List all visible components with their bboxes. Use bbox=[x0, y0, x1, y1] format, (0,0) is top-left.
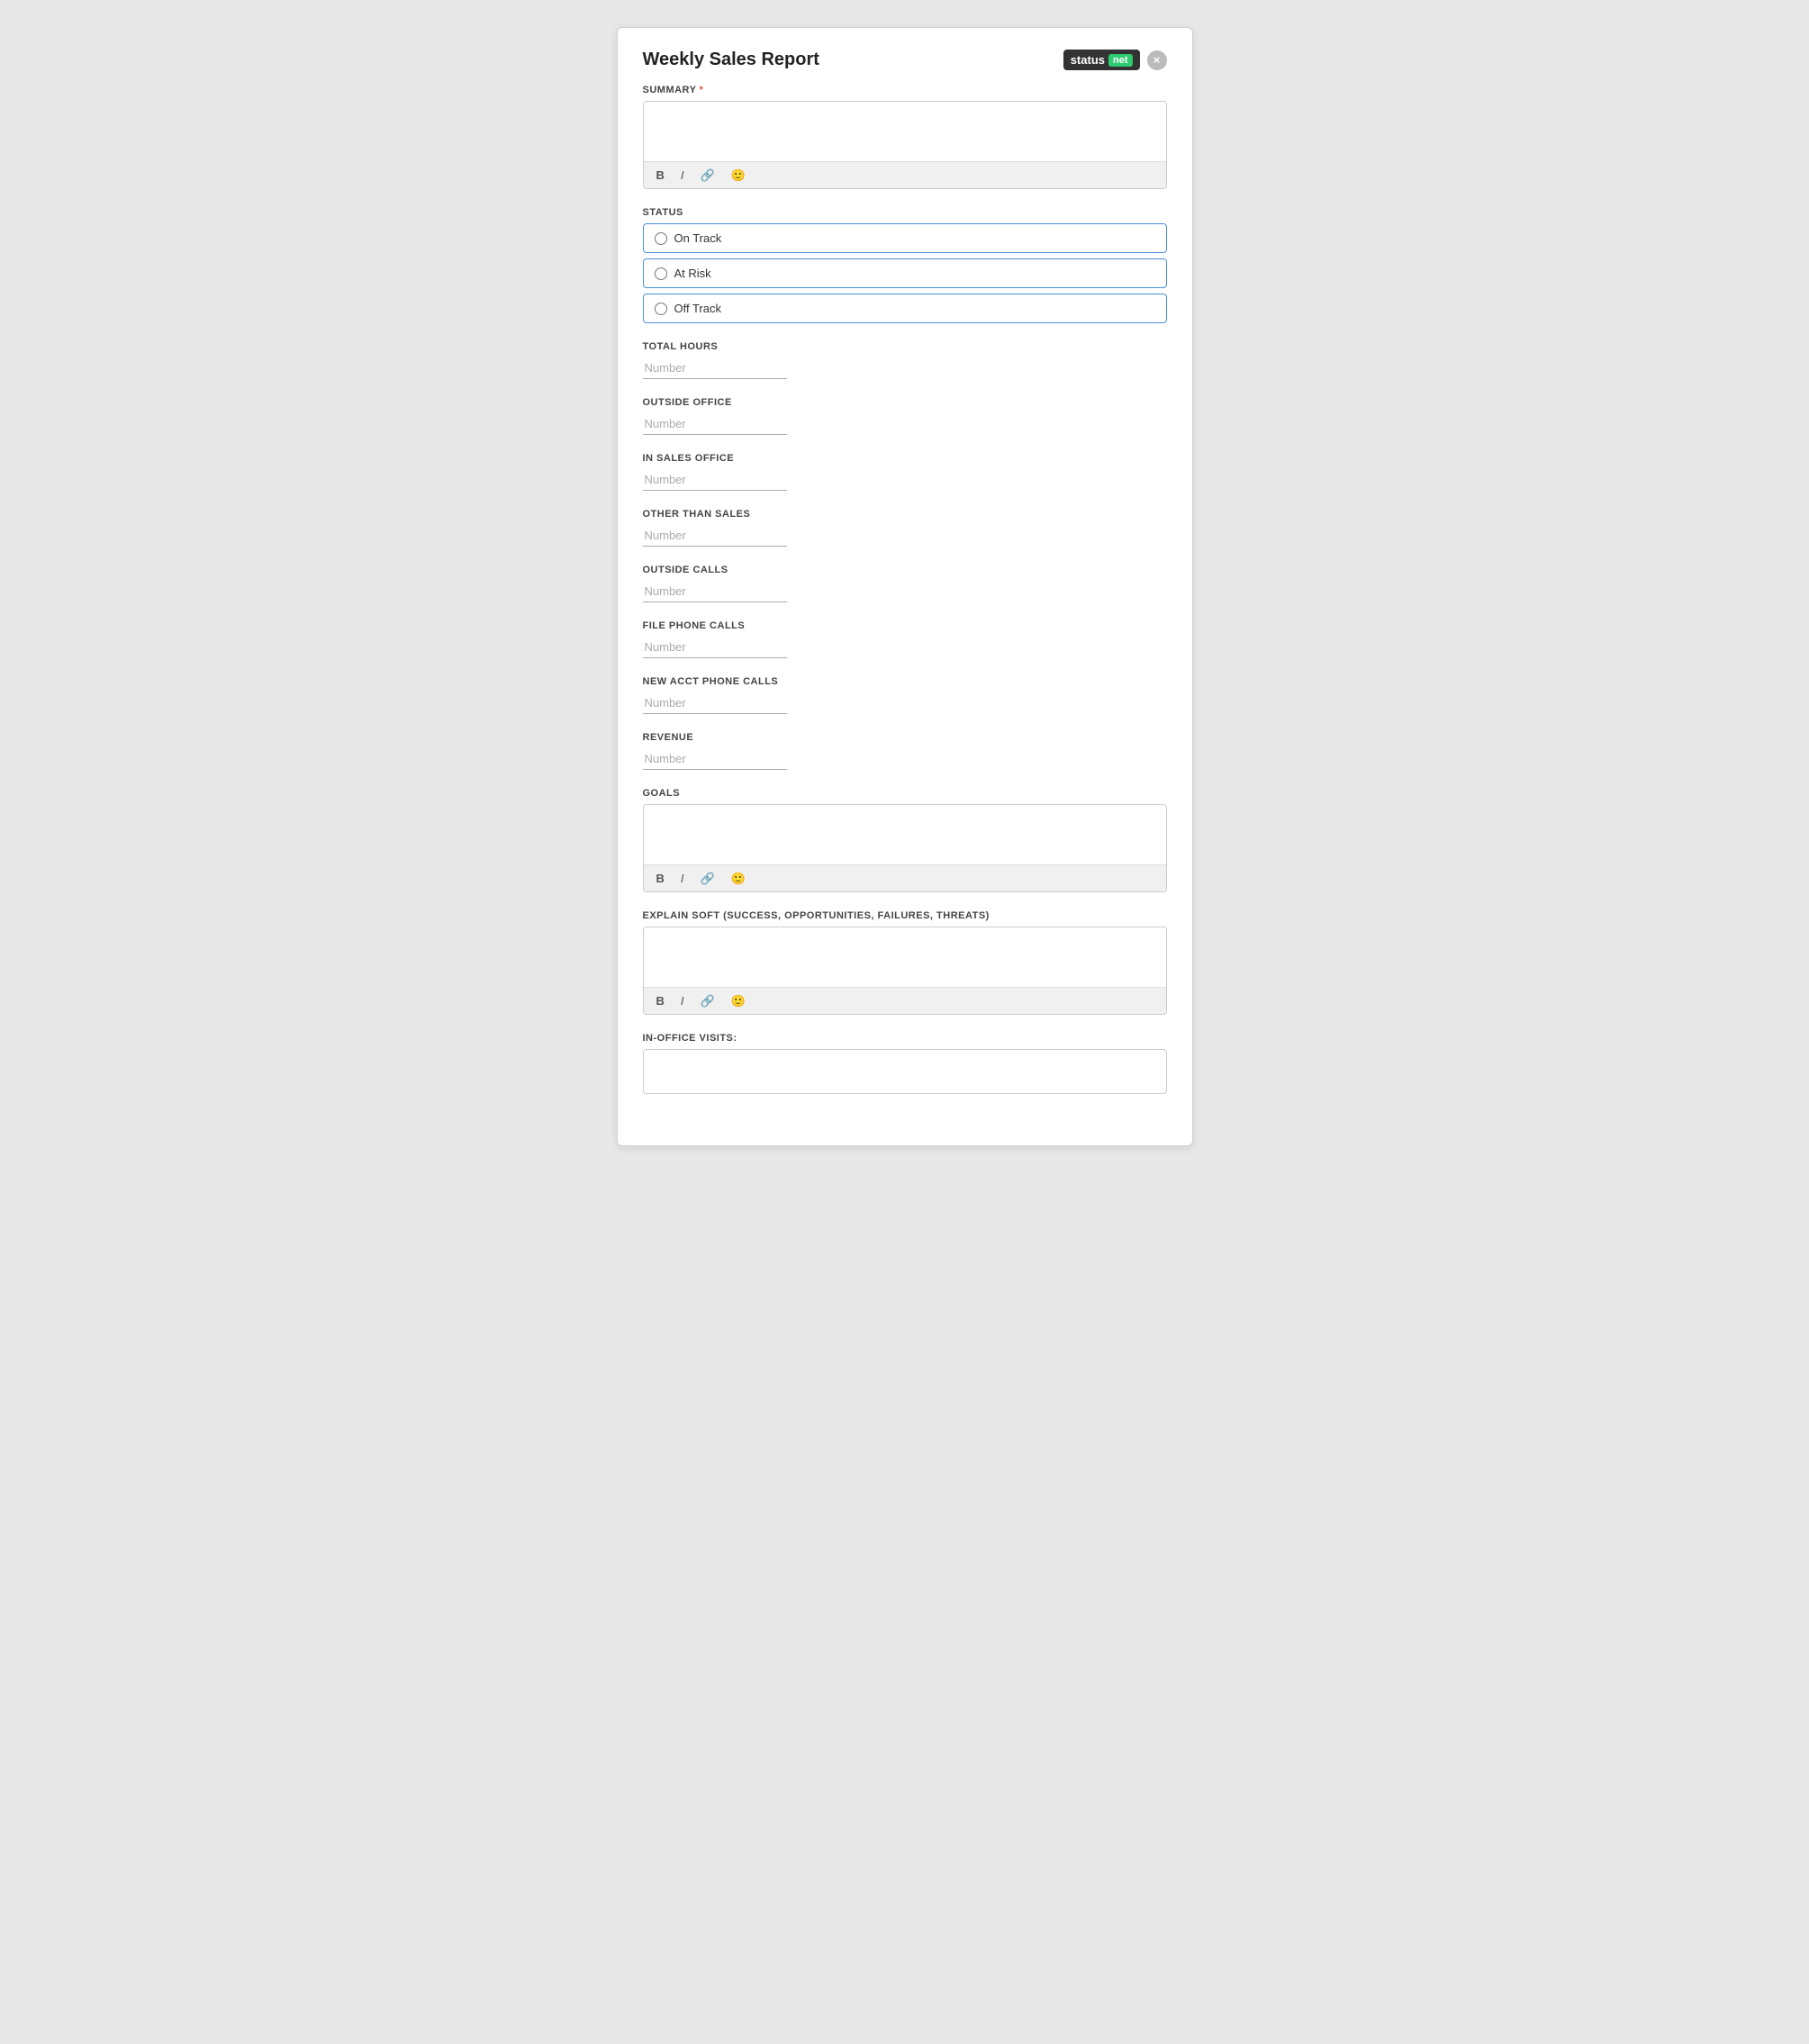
status-option-at-risk[interactable]: At Risk bbox=[643, 258, 1167, 288]
new-acct-phone-calls-field-group: NEW ACCT PHONE CALLS bbox=[643, 676, 1167, 714]
status-radio-on-track[interactable] bbox=[655, 232, 667, 245]
net-badge: net bbox=[1108, 54, 1133, 67]
total-hours-input-wrapper bbox=[643, 357, 787, 379]
in-office-visits-textarea[interactable] bbox=[643, 1049, 1167, 1094]
goals-emoji-button[interactable]: 🙂 bbox=[728, 871, 749, 886]
outside-calls-input-wrapper bbox=[643, 581, 787, 602]
summary-textarea[interactable] bbox=[644, 102, 1166, 157]
revenue-label: REVENUE bbox=[643, 732, 1167, 743]
explain-soft-rich-text: B I 🔗 🙂 bbox=[643, 927, 1167, 1015]
goals-field-group: GOALS B I 🔗 🙂 bbox=[643, 788, 1167, 892]
status-label: STATUS bbox=[643, 207, 1167, 218]
outside-office-field-group: OUTSIDE OFFICE bbox=[643, 397, 1167, 435]
summary-italic-button[interactable]: I bbox=[677, 167, 688, 183]
explain-soft-bold-button[interactable]: B bbox=[653, 993, 668, 1008]
explain-soft-link-button[interactable]: 🔗 bbox=[697, 993, 719, 1008]
outside-calls-field-group: OUTSIDE CALLS bbox=[643, 565, 1167, 602]
explain-soft-label: EXPLAIN SOFT (SUCCESS, OPPORTUNITIES, FA… bbox=[643, 910, 1167, 921]
explain-soft-toolbar: B I 🔗 🙂 bbox=[644, 987, 1166, 1014]
revenue-input-wrapper bbox=[643, 748, 787, 770]
status-badge: status net bbox=[1063, 50, 1140, 70]
other-than-sales-label: OTHER THAN SALES bbox=[643, 509, 1167, 520]
file-phone-calls-input-wrapper bbox=[643, 637, 787, 658]
other-than-sales-input-wrapper bbox=[643, 525, 787, 547]
goals-rich-text: B I 🔗 🙂 bbox=[643, 804, 1167, 892]
modal-header: Weekly Sales Report status net × bbox=[643, 50, 1167, 70]
status-field-group: STATUS On Track At Risk Off Track bbox=[643, 207, 1167, 323]
outside-office-input-wrapper bbox=[643, 413, 787, 435]
goals-textarea[interactable] bbox=[644, 805, 1166, 860]
new-acct-phone-calls-input[interactable] bbox=[643, 692, 787, 713]
in-office-visits-field-group: IN-OFFICE VISITS: bbox=[643, 1033, 1167, 1099]
in-sales-office-input-wrapper bbox=[643, 469, 787, 491]
summary-rich-text: B I 🔗 🙂 bbox=[643, 101, 1167, 189]
summary-bold-button[interactable]: B bbox=[653, 167, 668, 183]
in-sales-office-label: IN SALES OFFICE bbox=[643, 453, 1167, 464]
in-office-visits-label: IN-OFFICE VISITS: bbox=[643, 1033, 1167, 1044]
new-acct-phone-calls-label: NEW ACCT PHONE CALLS bbox=[643, 676, 1167, 687]
file-phone-calls-label: FILE PHONE CALLS bbox=[643, 620, 1167, 631]
status-radio-off-track[interactable] bbox=[655, 303, 667, 315]
summary-label: SUMMARY* bbox=[643, 85, 1167, 95]
other-than-sales-input[interactable] bbox=[643, 525, 787, 546]
goals-bold-button[interactable]: B bbox=[653, 871, 668, 886]
revenue-input[interactable] bbox=[643, 748, 787, 769]
outside-office-label: OUTSIDE OFFICE bbox=[643, 397, 1167, 408]
file-phone-calls-input[interactable] bbox=[643, 637, 787, 657]
summary-emoji-button[interactable]: 🙂 bbox=[728, 167, 749, 183]
explain-soft-field-group: EXPLAIN SOFT (SUCCESS, OPPORTUNITIES, FA… bbox=[643, 910, 1167, 1015]
close-button[interactable]: × bbox=[1147, 50, 1167, 70]
goals-link-button[interactable]: 🔗 bbox=[697, 871, 719, 886]
in-sales-office-input[interactable] bbox=[643, 469, 787, 490]
file-phone-calls-field-group: FILE PHONE CALLS bbox=[643, 620, 1167, 658]
modal-container: Weekly Sales Report status net × SUMMARY… bbox=[617, 27, 1193, 1146]
summary-field-group: SUMMARY* B I 🔗 🙂 bbox=[643, 85, 1167, 189]
status-options: On Track At Risk Off Track bbox=[643, 223, 1167, 323]
revenue-field-group: REVENUE bbox=[643, 732, 1167, 770]
new-acct-phone-calls-input-wrapper bbox=[643, 692, 787, 714]
explain-soft-textarea[interactable] bbox=[644, 927, 1166, 982]
goals-label: GOALS bbox=[643, 788, 1167, 799]
goals-toolbar: B I 🔗 🙂 bbox=[644, 864, 1166, 891]
total-hours-label: TOTAL HOURS bbox=[643, 341, 1167, 352]
status-off-track-label[interactable]: Off Track bbox=[674, 302, 722, 315]
status-option-on-track[interactable]: On Track bbox=[643, 223, 1167, 253]
status-radio-at-risk[interactable] bbox=[655, 267, 667, 280]
total-hours-field-group: TOTAL HOURS bbox=[643, 341, 1167, 379]
summary-toolbar: B I 🔗 🙂 bbox=[644, 161, 1166, 188]
status-label: status bbox=[1071, 53, 1105, 67]
outside-calls-input[interactable] bbox=[643, 581, 787, 601]
header-right: status net × bbox=[1063, 50, 1167, 70]
explain-soft-emoji-button[interactable]: 🙂 bbox=[728, 993, 749, 1008]
outside-calls-label: OUTSIDE CALLS bbox=[643, 565, 1167, 575]
status-at-risk-label[interactable]: At Risk bbox=[674, 267, 711, 280]
required-indicator: * bbox=[699, 85, 703, 95]
status-option-off-track[interactable]: Off Track bbox=[643, 294, 1167, 323]
goals-italic-button[interactable]: I bbox=[677, 871, 688, 886]
in-sales-office-field-group: IN SALES OFFICE bbox=[643, 453, 1167, 491]
explain-soft-italic-button[interactable]: I bbox=[677, 993, 688, 1008]
modal-title: Weekly Sales Report bbox=[643, 50, 819, 70]
status-on-track-label[interactable]: On Track bbox=[674, 231, 722, 245]
outside-office-input[interactable] bbox=[643, 413, 787, 434]
total-hours-input[interactable] bbox=[643, 357, 787, 378]
summary-link-button[interactable]: 🔗 bbox=[697, 167, 719, 183]
other-than-sales-field-group: OTHER THAN SALES bbox=[643, 509, 1167, 547]
